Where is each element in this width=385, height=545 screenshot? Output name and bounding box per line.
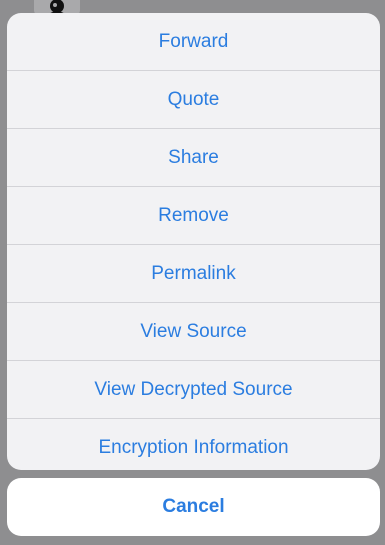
permalink-button[interactable]: Permalink xyxy=(7,245,380,303)
forward-button[interactable]: Forward xyxy=(7,13,380,71)
view-decrypted-source-button[interactable]: View Decrypted Source xyxy=(7,361,380,419)
view-source-button[interactable]: View Source xyxy=(7,303,380,361)
quote-button[interactable]: Quote xyxy=(7,71,380,129)
action-sheet: Forward Quote Share Remove Permalink Vie… xyxy=(7,13,380,470)
remove-button[interactable]: Remove xyxy=(7,187,380,245)
cancel-button[interactable]: Cancel xyxy=(7,478,380,536)
share-button[interactable]: Share xyxy=(7,129,380,187)
encryption-information-button[interactable]: Encryption Information xyxy=(7,419,380,470)
